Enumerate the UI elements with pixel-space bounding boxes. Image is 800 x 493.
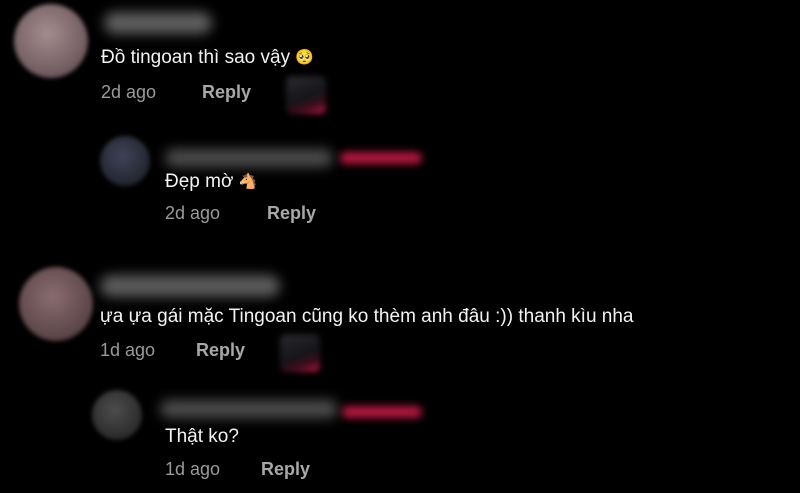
comment-text: Đẹp mờ 🐴 [165, 171, 257, 193]
comment-text-content: Đồ tingoan thì sao vậy [101, 47, 291, 68]
comment-text: Đồ tingoan thì sao vậy 🥺 [101, 47, 314, 69]
username-blurred[interactable] [165, 149, 333, 167]
comment-timestamp: 2d ago [101, 82, 157, 102]
reply-button[interactable]: Reply [196, 340, 245, 361]
avatar[interactable] [100, 136, 150, 186]
username-blurred[interactable] [104, 12, 212, 34]
comment-text: Thật ko? [165, 426, 239, 448]
reply-button[interactable]: Reply [261, 459, 310, 480]
username-blurred[interactable] [100, 275, 280, 297]
comment-timestamp: 1d ago [100, 340, 156, 360]
comment-timestamp: 1d ago [165, 459, 221, 479]
reply-button[interactable]: Reply [267, 203, 316, 224]
pleading-face-emoji-icon: 🥺 [295, 49, 315, 66]
username-blurred[interactable] [160, 400, 338, 418]
horse-emoji-icon: 🐴 [238, 173, 258, 190]
badge-blurred [342, 406, 422, 418]
comment-text-content: Thật ko? [165, 426, 239, 447]
comment-text-content: ựa ựa gái mặc Tingoan cũng ko thèm anh đ… [100, 306, 634, 327]
badge-blurred [340, 152, 422, 164]
comment-text: ựa ựa gái mặc Tingoan cũng ko thèm anh đ… [100, 306, 634, 328]
comment-timestamp: 2d ago [165, 203, 221, 223]
attached-image-thumbnail[interactable] [280, 334, 320, 372]
avatar[interactable] [14, 4, 88, 78]
reply-button[interactable]: Reply [202, 82, 251, 103]
avatar[interactable] [92, 390, 142, 440]
avatar[interactable] [19, 267, 93, 341]
attached-image-thumbnail[interactable] [286, 76, 326, 114]
comment-text-content: Đẹp mờ [165, 171, 234, 192]
